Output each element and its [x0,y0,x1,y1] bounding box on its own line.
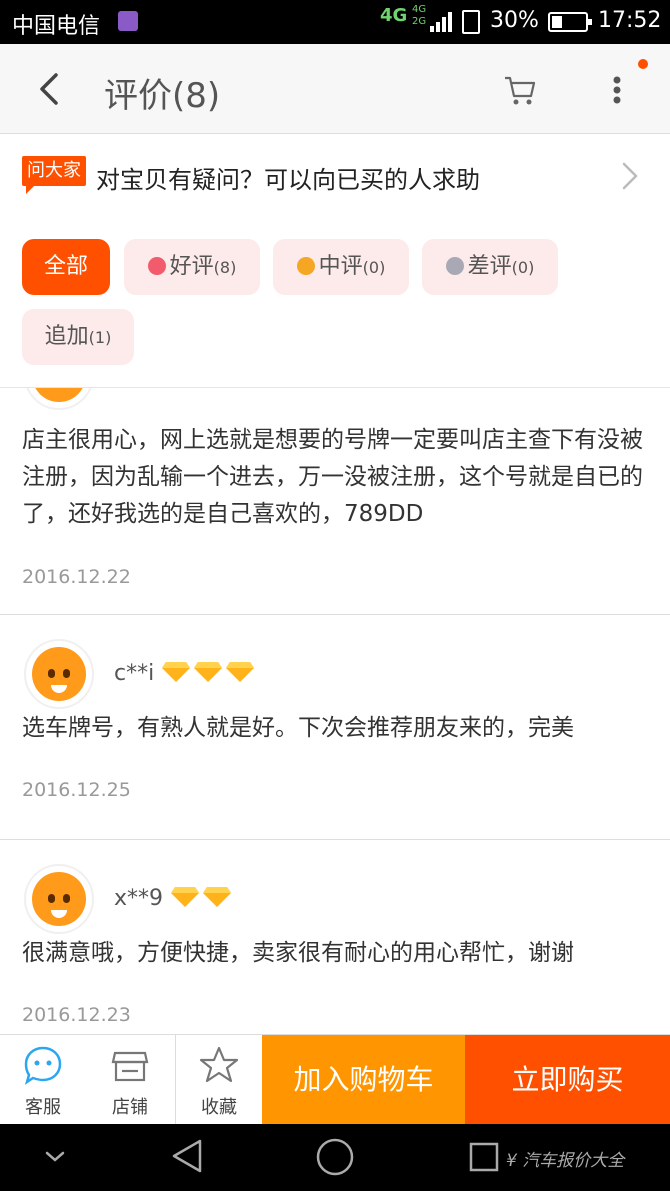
clock: 17:52 [598,8,662,33]
filter-neutral[interactable]: 中评(0) [273,239,409,295]
filter-label: 追加 [44,324,89,349]
avatar-face [32,388,86,402]
favorite-label: 收藏 [201,1097,237,1118]
customer-service-button[interactable]: 客服 [0,1035,86,1125]
user-name: x**9 [114,886,164,911]
chevron-right-icon [622,162,638,190]
filter-count: (1) [88,328,112,347]
flower-gray-icon [445,257,464,275]
diamond-icon [171,887,200,907]
avatar-eye [63,669,70,678]
filter-positive[interactable]: 好评(8) [124,239,260,295]
sim-card-icon [462,10,480,34]
recents-square-icon[interactable] [468,1141,500,1173]
more-vertical-icon[interactable] [600,68,634,112]
review-date: 2016.12.22 [22,566,131,588]
filter-label: 全部 [43,254,88,279]
avatar-eye [48,669,55,678]
network-type: 4G [380,5,408,26]
customer-service-label: 客服 [25,1097,61,1118]
avatar-eye [48,894,55,903]
buy-now-button[interactable]: 立即购买 [465,1035,670,1125]
review-filters: 全部 好评(8) 中评(0) 差评(0) 追加(1) [0,218,670,388]
review-date: 2016.12.23 [22,1004,131,1026]
page-title: 评价(8) [104,76,221,116]
review-item: c**i 选车牌号，有熟人就是好。下次会推荐朋友来的，完美 2016.12.25 [0,615,670,840]
diamond-icon [162,662,191,682]
review-user: c**i [114,661,257,686]
avatar [24,639,94,709]
shop-icon [111,1051,149,1082]
network-extra-bottom: 2G [412,16,427,27]
bottom-action-bar: 客服 店铺 收藏 加入购物车 立即购买 [0,1034,670,1125]
shop-label: 店铺 [112,1097,148,1118]
diamond-icon [203,887,232,907]
filter-count: (0) [511,258,535,277]
filter-followup[interactable]: 追加(1) [22,309,134,365]
review-date: 2016.12.25 [22,779,131,801]
filter-count: (8) [213,258,237,277]
filter-label: 中评 [318,254,363,279]
avatar-mouth [51,910,67,918]
network-extra: 4G 2G [412,4,426,28]
review-user: x**9 [114,886,234,911]
status-bar: 中国电信 4G 4G 2G 30% 17:52 [0,0,670,44]
avatar-face [32,872,86,926]
watermark: ¥ 汽车报价大全 [506,1151,625,1171]
avatar-face [32,647,86,701]
avatar-mouth [51,685,67,693]
star-icon [199,1046,239,1083]
review-list[interactable]: 店主很用心，网上选就是想要的号牌一定要叫店主查下有没被注册，因为乱输一个进去，万… [0,388,670,1034]
avatar [24,388,94,410]
flower-red-icon [147,257,166,275]
add-to-cart-button[interactable]: 加入购物车 [262,1035,465,1125]
review-text: 店主很用心，网上选就是想要的号牌一定要叫店主查下有没被注册，因为乱输一个进去，万… [22,427,643,527]
back-triangle-icon[interactable] [168,1136,208,1176]
shop-button[interactable]: 店铺 [87,1035,173,1125]
home-circle-icon[interactable] [314,1136,356,1178]
avatar-eye [63,894,70,903]
user-name: c**i [114,661,155,686]
notification-dot [638,59,648,69]
cart-icon[interactable] [502,72,538,108]
carrier-name: 中国电信 [12,14,101,39]
chat-bubble-icon [24,1046,62,1085]
filter-label: 好评 [169,254,214,279]
favorite-button[interactable]: 收藏 [175,1035,261,1125]
back-arrow-icon[interactable] [30,69,70,109]
chevron-down-icon[interactable] [44,1148,66,1166]
filter-negative[interactable]: 差评(0) [422,239,558,295]
review-item: x**9 很满意哦，方便快捷，卖家很有耐心的用心帮忙，谢谢 2016.12.23 [0,840,670,1034]
filter-label: 差评 [467,254,512,279]
review-text: 很满意哦，方便快捷，卖家很有耐心的用心帮忙，谢谢 [22,940,574,966]
filter-all[interactable]: 全部 [22,239,110,295]
battery-percent: 30% [490,8,539,33]
ask-everyone-banner[interactable]: 问大家 对宝贝有疑问？可以向已买的人求助 [0,134,670,218]
ask-text: 对宝贝有疑问？可以向已买的人求助 [96,166,480,194]
signal-icon [430,12,452,32]
top-nav: 评价(8) [0,44,670,134]
flower-orange-icon [296,257,315,275]
battery-icon [548,12,592,32]
avatar [24,864,94,934]
filter-count: (0) [362,258,386,277]
gallery-notification-icon [118,11,138,31]
system-nav-bar: ¥ 汽车报价大全 [0,1124,670,1191]
ask-tag: 问大家 [22,156,86,194]
network-extra-top: 4G [412,4,427,15]
review-text: 选车牌号，有熟人就是好。下次会推荐朋友来的，完美 [22,715,574,741]
diamond-icon [194,662,223,682]
review-item: 店主很用心，网上选就是想要的号牌一定要叫店主查下有没被注册，因为乱输一个进去，万… [0,388,670,615]
diamond-icon [226,662,255,682]
